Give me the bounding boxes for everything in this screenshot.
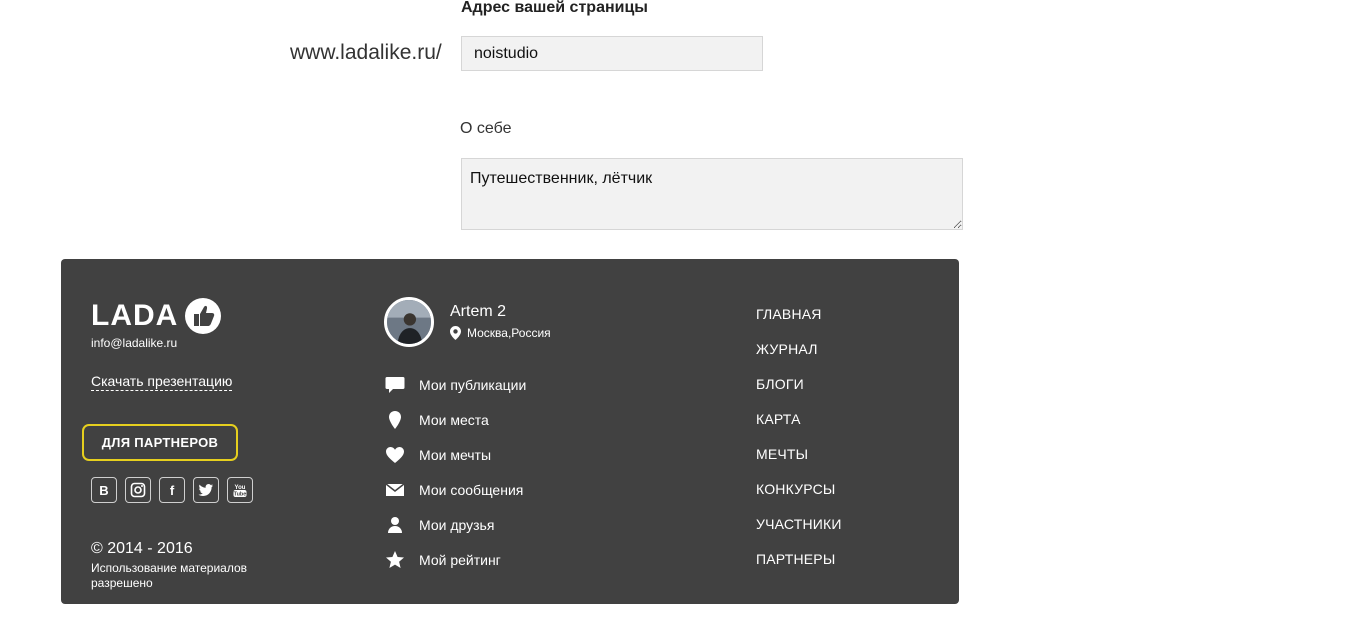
menu-label: Мои сообщения bbox=[419, 481, 524, 498]
user-location-text: Москва,Россия bbox=[467, 326, 551, 340]
menu-label: Мои друзья bbox=[419, 516, 495, 533]
about-label: О себе bbox=[460, 120, 512, 137]
menu-item-dreams[interactable]: Мои мечты bbox=[384, 437, 526, 472]
twitter-icon[interactable] bbox=[193, 477, 219, 503]
speech-bubble-icon bbox=[384, 374, 406, 396]
menu-item-messages[interactable]: Мои сообщения bbox=[384, 472, 526, 507]
footer-nav: ГЛАВНАЯ ЖУРНАЛ БЛОГИ КАРТА МЕЧТЫ КОНКУРС… bbox=[756, 296, 842, 576]
avatar[interactable] bbox=[384, 297, 434, 347]
person-icon bbox=[384, 514, 406, 536]
nav-item-partners[interactable]: ПАРТНЕРЫ bbox=[756, 541, 842, 576]
location-pin-icon bbox=[450, 326, 461, 340]
social-links: B f You Tube bbox=[91, 477, 253, 503]
nav-item-journal[interactable]: ЖУРНАЛ bbox=[756, 331, 842, 366]
user-menu: Мои публикации Мои места Мои мечты Мои с… bbox=[384, 367, 526, 577]
nav-item-home[interactable]: ГЛАВНАЯ bbox=[756, 296, 842, 331]
footer-email[interactable]: info@ladalike.ru bbox=[91, 336, 177, 350]
nav-item-members[interactable]: УЧАСТНИКИ bbox=[756, 506, 842, 541]
menu-item-places[interactable]: Мои места bbox=[384, 402, 526, 437]
nav-item-map[interactable]: КАРТА bbox=[756, 401, 842, 436]
star-icon bbox=[384, 549, 406, 571]
for-partners-button[interactable]: ДЛЯ ПАРТНЕРОВ bbox=[82, 424, 238, 461]
logo-text: LADA bbox=[91, 299, 179, 332]
site-footer: LADA info@ladalike.ru Скачать презентаци… bbox=[61, 259, 959, 604]
nav-item-blogs[interactable]: БЛОГИ bbox=[756, 366, 842, 401]
vk-icon[interactable]: B bbox=[91, 477, 117, 503]
url-prefix: www.ladalike.ru/ bbox=[290, 41, 442, 64]
usage-note: Использование материалов разрешено bbox=[91, 561, 248, 590]
about-textarea[interactable]: Путешественник, лётчик bbox=[461, 158, 963, 230]
user-name[interactable]: Artem 2 bbox=[450, 303, 506, 321]
vk-label: B bbox=[99, 482, 109, 498]
nav-item-dreams[interactable]: МЕЧТЫ bbox=[756, 436, 842, 471]
user-location: Москва,Россия bbox=[450, 326, 551, 340]
page-address-label: Адрес вашей страницы bbox=[461, 0, 648, 16]
location-pin-icon bbox=[384, 409, 406, 431]
copyright: © 2014 - 2016 bbox=[91, 540, 193, 557]
facebook-label: f bbox=[169, 482, 175, 498]
facebook-icon[interactable]: f bbox=[159, 477, 185, 503]
menu-label: Мои места bbox=[419, 411, 489, 428]
download-presentation-link[interactable]: Скачать презентацию bbox=[91, 373, 233, 391]
thumbs-up-icon bbox=[185, 298, 222, 334]
nav-item-contests[interactable]: КОНКУРСЫ bbox=[756, 471, 842, 506]
menu-label: Мои мечты bbox=[419, 446, 492, 463]
page-address-input[interactable] bbox=[461, 36, 763, 71]
instagram-icon[interactable] bbox=[125, 477, 151, 503]
menu-label: Мой рейтинг bbox=[419, 551, 501, 568]
svg-text:Tube: Tube bbox=[234, 492, 247, 498]
menu-item-friends[interactable]: Мои друзья bbox=[384, 507, 526, 542]
youtube-icon[interactable]: You Tube bbox=[227, 477, 253, 503]
envelope-icon bbox=[384, 479, 406, 501]
menu-item-rating[interactable]: Мой рейтинг bbox=[384, 542, 526, 577]
menu-label: Мои публикации bbox=[419, 376, 527, 393]
lada-logo[interactable]: LADA bbox=[91, 297, 222, 335]
user-photo bbox=[387, 300, 431, 344]
heart-icon bbox=[384, 444, 406, 466]
menu-item-publications[interactable]: Мои публикации bbox=[384, 367, 526, 402]
